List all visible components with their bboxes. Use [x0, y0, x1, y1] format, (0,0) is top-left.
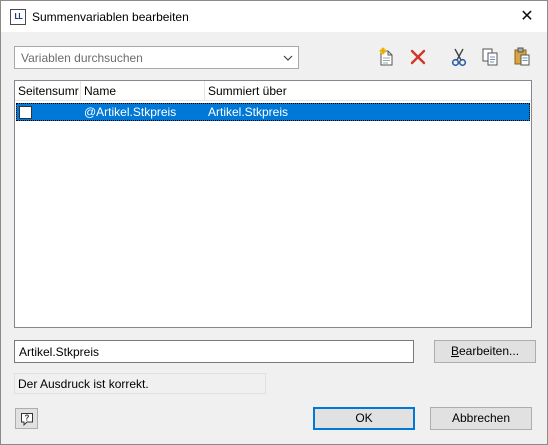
- paste-button[interactable]: [511, 46, 533, 68]
- ok-button[interactable]: OK: [313, 407, 415, 430]
- delete-button[interactable]: [407, 46, 429, 68]
- expression-value: Artikel.Stkpreis: [19, 345, 100, 359]
- status-text: Der Ausdruck ist korrekt.: [18, 377, 149, 391]
- cut-icon: [451, 48, 467, 67]
- copy-icon: [482, 48, 498, 66]
- variable-name-cell: @Artikel.Stkpreis: [84, 105, 177, 119]
- column-header-name[interactable]: Name: [81, 81, 205, 101]
- cut-button[interactable]: [448, 46, 470, 68]
- expression-field[interactable]: Artikel.Stkpreis: [14, 340, 414, 363]
- new-variable-icon: [379, 47, 393, 66]
- table-row[interactable]: @Artikel.Stkpreis Artikel.Stkpreis: [16, 103, 530, 121]
- new-variable-button[interactable]: [375, 46, 397, 68]
- edit-button[interactable]: Bearbeiten...: [434, 340, 536, 363]
- close-button[interactable]: ✕: [507, 1, 547, 32]
- status-panel: Der Ausdruck ist korrekt.: [14, 373, 266, 394]
- edit-button-label: earbeiten...: [458, 344, 520, 358]
- search-combobox[interactable]: Variablen durchsuchen: [14, 46, 299, 69]
- cancel-button[interactable]: Abbrechen: [430, 407, 532, 430]
- app-icon: LL: [10, 9, 26, 25]
- variables-table[interactable]: Seitensumr Name Summiert über @Artikel.S…: [14, 80, 532, 328]
- chevron-down-icon: [283, 55, 293, 61]
- page-sum-checkbox[interactable]: [19, 106, 32, 119]
- help-icon: ?: [21, 413, 33, 426]
- table-header: Seitensumr Name Summiert über: [15, 81, 531, 101]
- search-placeholder: Variablen durchsuchen: [21, 51, 143, 65]
- edit-button-mnemonic: B: [450, 344, 459, 358]
- column-header-summed-over[interactable]: Summiert über: [205, 81, 531, 101]
- window-title: Summenvariablen bearbeiten: [32, 10, 189, 24]
- title-bar: LL Summenvariablen bearbeiten ✕: [1, 1, 547, 32]
- svg-text:?: ?: [25, 414, 30, 423]
- help-button[interactable]: ?: [15, 408, 38, 429]
- copy-button[interactable]: [479, 46, 501, 68]
- delete-icon: [410, 49, 426, 65]
- paste-icon: [514, 47, 530, 66]
- dialog-window: LL Summenvariablen bearbeiten ✕ Variable…: [0, 0, 548, 445]
- column-header-page-sum[interactable]: Seitensumr: [15, 81, 81, 101]
- summed-over-cell: Artikel.Stkpreis: [208, 105, 289, 119]
